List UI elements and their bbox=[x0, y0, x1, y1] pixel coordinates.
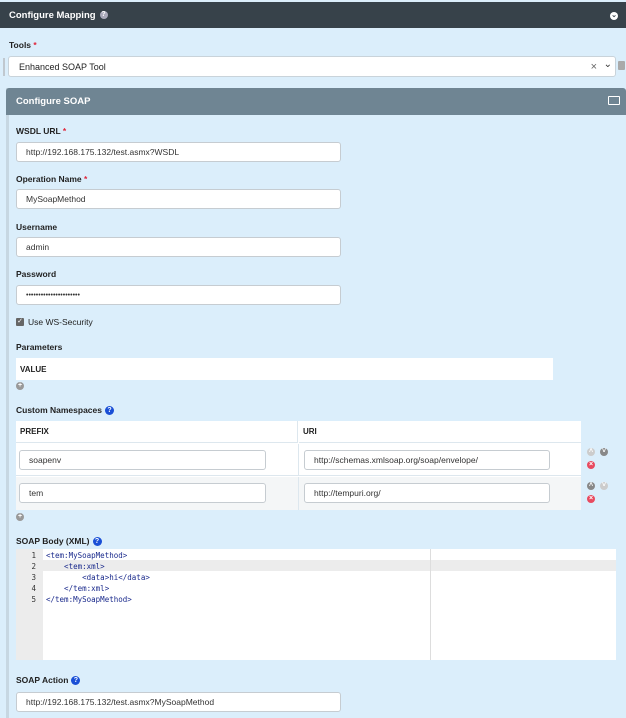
username-label: Username bbox=[16, 222, 58, 232]
help-icon[interactable]: ? bbox=[99, 11, 108, 19]
ws-security-label: Use WS-Security bbox=[28, 317, 93, 327]
code-line: 2 <tem:xml> bbox=[16, 561, 105, 572]
folder-open-icon[interactable] bbox=[608, 96, 620, 105]
code-line: 4 </tem:xml> bbox=[16, 583, 109, 594]
trash-icon[interactable] bbox=[618, 61, 625, 70]
code-line: 5 </tem:MySoapMethod> bbox=[16, 594, 132, 605]
uri-input[interactable]: http://schemas.xmlsoap.org/soap/envelope… bbox=[304, 450, 550, 470]
namespaces-label: Custom Namespaces? bbox=[16, 405, 114, 416]
namespaces-table: PREFIX URI soapenv http://schemas.xmlsoa… bbox=[16, 421, 581, 510]
code-text: <tem:xml> bbox=[46, 562, 105, 571]
help-icon[interactable]: ? bbox=[92, 537, 102, 547]
operation-name-input[interactable]: MySoapMethod bbox=[16, 189, 341, 209]
tools-select[interactable]: Enhanced SOAP Tool × ⌄ bbox=[8, 56, 616, 77]
code-line: 1 <tem:MySoapMethod> bbox=[16, 550, 127, 561]
tools-label: Tools * bbox=[9, 40, 37, 50]
wsdl-label: WSDL URL * bbox=[16, 126, 67, 136]
prefix-input[interactable]: soapenv bbox=[19, 450, 266, 470]
prefix-input[interactable]: tem bbox=[19, 483, 266, 503]
parameters-label: Parameters bbox=[16, 342, 63, 352]
xml-code-editor[interactable]: 1 <tem:MySoapMethod> 2 <tem:xml> 3 <data>hi… bbox=[16, 549, 616, 660]
code-text: </tem:xml> bbox=[46, 584, 110, 593]
prefix-column-header: PREFIX bbox=[16, 421, 298, 443]
password-input[interactable]: •••••••••••••••••••••• bbox=[16, 285, 341, 305]
print-margin bbox=[430, 549, 431, 660]
parameters-table-header: VALUE bbox=[16, 358, 553, 380]
chevron-down-icon[interactable]: ⌄ bbox=[604, 59, 612, 70]
password-label: Password bbox=[16, 269, 57, 279]
move-down-icon[interactable]: ˅ bbox=[600, 448, 608, 456]
uri-column-header: URI bbox=[299, 421, 581, 443]
line-number: 2 bbox=[31, 562, 36, 571]
move-up-icon[interactable]: ˄ bbox=[587, 448, 595, 456]
collapse-chevron-icon[interactable]: ⌄ bbox=[610, 9, 618, 20]
code-text: <data>hi</data> bbox=[46, 573, 150, 582]
soap-action-input[interactable]: http://192.168.175.132/test.asmx?MySoapM… bbox=[16, 692, 341, 712]
configure-soap-header: Configure SOAP bbox=[6, 88, 626, 115]
table-row: tem http://tempuri.org/ bbox=[16, 477, 581, 510]
soap-body-label: SOAP Body (XML)? bbox=[16, 536, 102, 547]
line-number: 3 bbox=[31, 573, 36, 582]
code-line: 3 <data>hi</data> bbox=[16, 572, 150, 583]
code-text: </tem:MySoapMethod> bbox=[46, 595, 132, 604]
line-number: 4 bbox=[31, 584, 36, 593]
help-icon[interactable]: ? bbox=[71, 676, 81, 686]
operation-label: Operation Name * bbox=[16, 174, 88, 184]
remove-row-icon[interactable]: × bbox=[587, 495, 595, 503]
configure-soap-title: Configure SOAP bbox=[16, 96, 91, 107]
ws-security-checkbox-row[interactable]: ✓ Use WS-Security bbox=[16, 317, 93, 327]
username-input[interactable]: admin bbox=[16, 237, 341, 257]
remove-row-icon[interactable]: × bbox=[587, 461, 595, 469]
wsdl-url-input[interactable]: http://192.168.175.132/test.asmx?WSDL bbox=[16, 142, 341, 162]
header-title: Configure Mapping bbox=[9, 9, 96, 21]
active-line bbox=[16, 560, 616, 571]
move-up-icon[interactable]: ˄ bbox=[587, 482, 595, 490]
configure-mapping-header: Configure Mapping ? ⌄ bbox=[0, 2, 626, 28]
clear-icon[interactable]: × bbox=[591, 61, 597, 73]
uri-input[interactable]: http://tempuri.org/ bbox=[304, 483, 550, 503]
line-number: 1 bbox=[31, 551, 36, 560]
help-icon[interactable]: ? bbox=[104, 406, 114, 416]
move-down-icon[interactable]: ˅ bbox=[600, 482, 608, 490]
line-number: 5 bbox=[31, 595, 36, 604]
code-text: <tem:MySoapMethod> bbox=[46, 551, 128, 560]
add-parameter-icon[interactable]: + bbox=[16, 382, 24, 390]
table-row: soapenv http://schemas.xmlsoap.org/soap/… bbox=[16, 444, 581, 476]
soap-action-label: SOAP Action? bbox=[16, 675, 81, 686]
add-namespace-icon[interactable]: + bbox=[16, 513, 24, 521]
drag-handle[interactable] bbox=[3, 58, 5, 76]
tools-select-value: Enhanced SOAP Tool bbox=[19, 61, 106, 72]
checkbox-checked-icon[interactable]: ✓ bbox=[16, 318, 24, 326]
